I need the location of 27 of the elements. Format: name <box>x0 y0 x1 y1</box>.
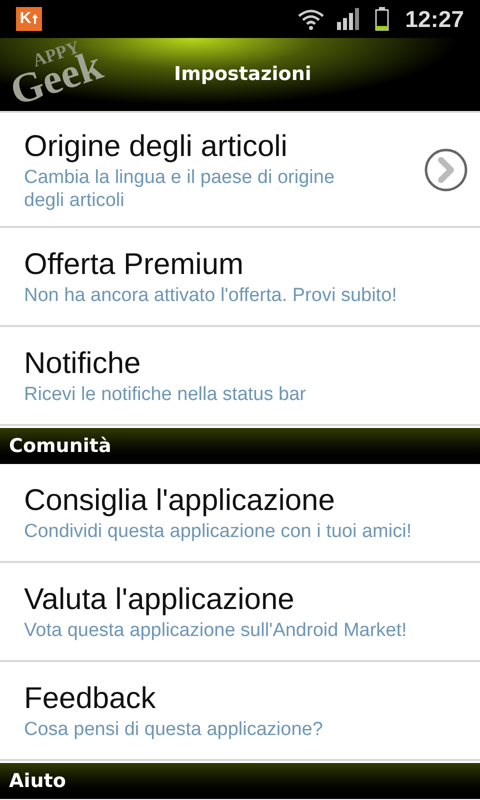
row-title: Valuta l'applicazione <box>24 582 296 618</box>
row-summary: Cosa pensi di questa applicazione? <box>24 718 324 741</box>
section-header: Comunità <box>0 428 480 464</box>
row-title: Consiglia l'applicazione <box>24 483 336 519</box>
row-summary: Vota questa applicazione sull'Android Market! <box>24 619 408 642</box>
row-title: Notifiche <box>24 346 142 382</box>
wifi-icon <box>297 8 326 30</box>
row-title: Offerta Premium <box>24 247 245 283</box>
section-header: Aiuto <box>0 763 480 799</box>
settings-row[interactable]: Notifiche Ricevi le notifiche nella status bar <box>0 327 480 426</box>
settings-row[interactable]: Feedback Cosa pensi di questa applicazione? <box>0 662 480 761</box>
battery-icon <box>375 7 390 31</box>
screen-title: Impostazioni <box>174 62 312 88</box>
settings-row[interactable]: Origine degli articoli Cambia la lingua e il paese di origine degli articoli <box>0 113 480 228</box>
chevron-right-icon <box>424 148 468 192</box>
settings-row[interactable]: Valuta l'applicazione Vota questa applicazione sull'Android Market! <box>0 563 480 662</box>
clock-time: 12:27 <box>405 4 464 34</box>
row-summary: Ricevi le notifiche nella status bar <box>24 383 307 406</box>
notification-icon: K <box>16 7 42 31</box>
settings-row[interactable]: Consiglia l'applicazione Condividi questa applicazione con i tuoi amici! <box>0 464 480 563</box>
row-title: Feedback <box>24 681 157 717</box>
row-summary: Condividi questa applicazione con i tuoi amici! <box>24 520 413 543</box>
signal-icon <box>337 8 362 30</box>
row-summary: Cambia la lingua e il paese di origine degli articoli <box>24 166 336 212</box>
row-title: Origine degli articoli <box>24 128 288 164</box>
settings-row[interactable]: Offerta Premium Non ha ancora attivato l'offerta. Provi subito! <box>0 228 480 327</box>
row-summary: Non ha ancora attivato l'offerta. Provi subito! <box>24 284 398 307</box>
